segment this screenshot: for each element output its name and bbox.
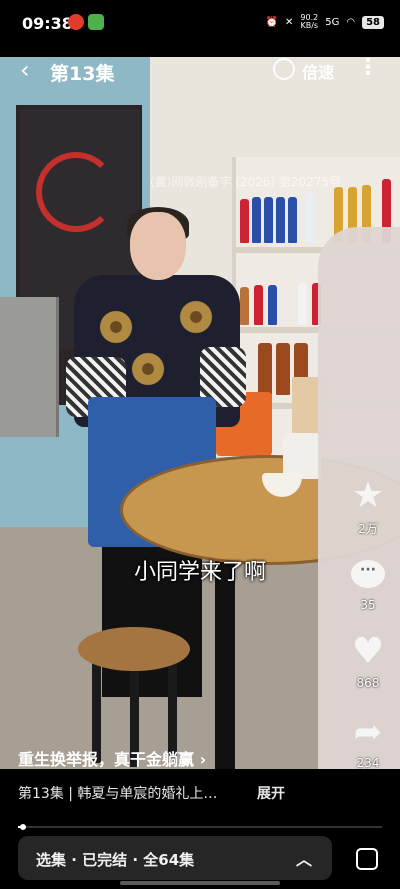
more-options-icon[interactable]: ⋮	[357, 57, 379, 79]
episode-description: 第13集 | 韩夏与单宸的婚礼上…	[18, 786, 218, 802]
episode-title: 第13集	[50, 63, 115, 85]
person-head	[130, 212, 186, 280]
sweater-flower	[128, 349, 168, 389]
net-speed: 90.2 KB/s	[300, 14, 318, 30]
home-indicator	[120, 881, 280, 885]
notification-icons	[68, 14, 104, 30]
episode-info-row: 第13集 | 韩夏与单宸的婚礼上… 展开	[0, 769, 400, 817]
bottle	[240, 199, 249, 243]
mute-icon: ✕	[285, 16, 294, 28]
scene-steel-cabinet	[0, 297, 59, 437]
speed-icon[interactable]	[273, 58, 295, 80]
status-icons: ⏰ ✕ 90.2 KB/s 5G ◠ 58	[266, 14, 384, 30]
sweater-flower	[96, 307, 136, 347]
bottle	[288, 197, 297, 243]
status-bar: 09:38 ⏰ ✕ 90.2 KB/s 5G ◠ 58	[0, 0, 400, 48]
bottle	[276, 343, 290, 395]
game-app-icon	[88, 14, 104, 30]
table-leg	[215, 557, 235, 769]
back-button[interactable]: ‹	[20, 58, 30, 82]
comment-icon	[351, 560, 385, 588]
weibo-app-icon	[68, 14, 84, 30]
bottle	[240, 287, 249, 325]
bottle	[268, 285, 277, 325]
bottle	[306, 193, 315, 243]
player-top-bar: ‹ 第13集 倍速 ⋮	[0, 57, 400, 86]
bottle	[298, 283, 307, 325]
favorite-button[interactable]: ★ 2万	[348, 476, 388, 537]
share-count: 234	[356, 756, 380, 770]
banner-emblem	[36, 152, 116, 232]
bottle	[252, 197, 261, 243]
wifi-icon: ◠	[346, 16, 356, 28]
episode-selector-label: 选集 · 已完结 · 全64集	[36, 851, 195, 869]
comment-button[interactable]: 35	[348, 554, 388, 612]
comment-count: 35	[360, 598, 376, 612]
bottle	[258, 343, 272, 395]
battery-indicator: 58	[362, 15, 384, 29]
like-count: 868	[356, 676, 380, 690]
sweater-flower	[176, 297, 216, 337]
net-speed-unit: KB/s	[300, 21, 319, 30]
favorite-count: 2万	[358, 522, 378, 536]
bottle	[264, 197, 273, 243]
fullscreen-button[interactable]	[352, 844, 380, 872]
promo-link[interactable]: 重生换举报，真干金躺赢 ›	[18, 746, 206, 770]
episode-selector[interactable]: 选集 · 已完结 · 全64集 ︿	[18, 836, 332, 880]
progress-handle[interactable]	[20, 824, 27, 830]
video-subtitle: 小同学来了啊	[133, 560, 266, 585]
fullscreen-icon	[356, 848, 378, 870]
bottle	[254, 285, 263, 325]
signal-icon: 5G	[325, 16, 340, 28]
star-icon: ★	[351, 475, 385, 516]
clock: 09:38	[22, 14, 73, 33]
scene-stool	[78, 627, 190, 671]
progress-track[interactable]	[18, 824, 382, 830]
speed-button[interactable]: 倍速	[302, 59, 334, 83]
chevron-up-icon: ︿	[296, 850, 313, 869]
like-button[interactable]: ♥ 868	[348, 631, 388, 691]
license-watermark: (冀)网微剧备字 (2026) 第20275号	[150, 175, 342, 189]
video-frame[interactable]: (冀)网微剧备字 (2026) 第20275号	[0, 57, 400, 769]
alarm-icon: ⏰	[265, 16, 279, 28]
share-button[interactable]: ➦ 234	[348, 712, 388, 770]
expand-button[interactable]: 展开	[257, 783, 285, 803]
bottle	[276, 197, 285, 243]
share-icon: ➦	[353, 712, 383, 752]
heart-icon: ♥	[351, 631, 385, 672]
